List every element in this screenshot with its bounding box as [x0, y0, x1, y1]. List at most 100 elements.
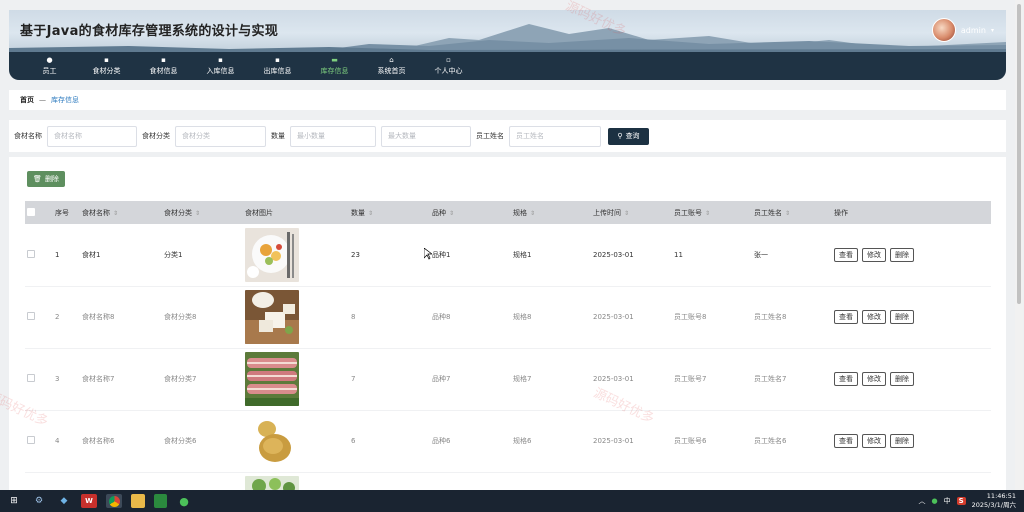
- search-icon: ⚲: [617, 132, 623, 140]
- page-scrollbar[interactable]: [1015, 0, 1023, 490]
- app-icon[interactable]: ◆: [56, 494, 72, 508]
- cell-emp-account: 员工账号8: [674, 313, 707, 321]
- cell-emp-name: 员工姓名6: [754, 437, 787, 445]
- cell-emp-name: 张一: [754, 250, 768, 259]
- cell-category: 食材分类7: [164, 375, 197, 383]
- settings-icon[interactable]: ⚙: [31, 494, 47, 508]
- col-upload-time[interactable]: 上传时间 ⇕: [591, 201, 672, 224]
- folder-icon[interactable]: [131, 494, 145, 508]
- delete-button[interactable]: 删除: [890, 247, 914, 262]
- system-tray: ︿ ● 中 S 11:46:51 2025/3/1/周六: [918, 492, 1016, 510]
- sogou-icon[interactable]: S: [956, 497, 966, 505]
- sort-icon[interactable]: ⇕: [113, 210, 118, 217]
- cell-name: 食材名称8: [82, 313, 115, 321]
- nav-item-inventory[interactable]: ▬ 库存信息: [306, 52, 363, 80]
- ingredient-image-plate[interactable]: [245, 227, 299, 282]
- wps-icon[interactable]: W: [81, 494, 97, 508]
- user-menu[interactable]: admin ▾: [931, 18, 994, 42]
- employee-search-input[interactable]: [509, 125, 601, 147]
- windows-start-icon[interactable]: ⊞: [6, 494, 22, 508]
- ime-indicator[interactable]: 中: [944, 496, 951, 506]
- cell-actions: 查看 修改 删除: [832, 286, 991, 348]
- taskbar-clock[interactable]: 11:46:51 2025/3/1/周六: [972, 492, 1016, 510]
- table-row[interactable]: 1 食材1 分类1 23 品种1 规格1 2025-03-01 11 张一 查看…: [25, 224, 991, 286]
- location-icon: ●: [46, 56, 53, 64]
- spreadsheet-icon[interactable]: [154, 494, 167, 508]
- cell-upload-time: 2025-03-01: [593, 250, 634, 259]
- employee-label: 员工姓名: [476, 132, 504, 140]
- qty-min-input[interactable]: [290, 125, 376, 147]
- col-qty[interactable]: 数量 ⇕: [349, 201, 430, 224]
- wechat-icon[interactable]: ●: [176, 494, 192, 508]
- view-button[interactable]: 查看: [834, 310, 858, 324]
- query-button[interactable]: ⚲ 查询: [608, 127, 649, 145]
- table-row[interactable]: 3 食材名称7 食材分类7 7 品种7 规格7 2025-03-01 员工账号7…: [25, 348, 991, 410]
- nav-item-ingredient-category[interactable]: ▪ 食材分类: [78, 52, 135, 80]
- row-checkbox[interactable]: [27, 249, 35, 258]
- table-row[interactable]: 4 食材名称6 食材分类6 6 品种6 规格6 2025-03-01 员工账号6…: [25, 410, 991, 472]
- select-all-checkbox[interactable]: [27, 207, 35, 216]
- nav-item-employee[interactable]: ● 员工: [21, 52, 78, 80]
- delete-button[interactable]: 删除: [890, 434, 914, 448]
- row-checkbox[interactable]: [27, 436, 35, 444]
- nav-item-stock-in[interactable]: ▪ 入库信息: [192, 52, 249, 80]
- ingredient-image-tofu[interactable]: [245, 290, 299, 344]
- sort-icon[interactable]: ⇕: [785, 210, 790, 217]
- view-button[interactable]: 查看: [834, 434, 858, 448]
- edit-button[interactable]: 修改: [862, 372, 886, 386]
- wechat-tray-icon[interactable]: ●: [931, 497, 937, 505]
- row-checkbox[interactable]: [27, 312, 35, 320]
- cell-emp-name: 员工姓名8: [754, 313, 787, 321]
- avatar[interactable]: [931, 18, 956, 42]
- sort-icon[interactable]: ⇕: [705, 210, 710, 217]
- ingredient-image-meat[interactable]: [245, 352, 299, 406]
- chevron-up-icon[interactable]: ︿: [918, 496, 925, 506]
- sort-icon[interactable]: ⇕: [624, 210, 629, 217]
- cell-actions: 查看 修改 删除: [832, 410, 991, 472]
- name-search-input[interactable]: [47, 125, 137, 147]
- cell-index: 4: [55, 437, 60, 445]
- batch-delete-button[interactable]: 🗑 删除: [27, 171, 65, 187]
- breadcrumb-home[interactable]: 首页: [20, 95, 34, 105]
- row-checkbox[interactable]: [27, 374, 35, 382]
- edit-button[interactable]: 修改: [862, 434, 886, 448]
- nav-item-profile[interactable]: ▫ 个人中心: [420, 52, 477, 80]
- username[interactable]: admin: [961, 26, 986, 35]
- delete-button[interactable]: 删除: [890, 310, 914, 324]
- sort-icon[interactable]: ⇕: [530, 210, 535, 217]
- col-emp-name[interactable]: 员工姓名 ⇕: [752, 201, 832, 224]
- chevron-down-icon[interactable]: ▾: [991, 27, 994, 34]
- view-button[interactable]: 查看: [834, 372, 858, 386]
- main-panel: 🗑 删除 序号 食材名称 ⇕ 食材分类 ⇕ 食材图片 数量 ⇕ 品种 ⇕ 规格 ⇕ 上传时…: [9, 157, 1006, 497]
- delete-button[interactable]: 删除: [890, 372, 914, 386]
- cell-upload-time: 2025-03-01: [593, 375, 634, 383]
- col-emp-account[interactable]: 员工账号 ⇕: [672, 201, 752, 224]
- sort-icon[interactable]: ⇕: [368, 210, 373, 217]
- scrollbar-thumb[interactable]: [1017, 4, 1021, 304]
- view-button[interactable]: 查看: [834, 247, 858, 262]
- nav-item-ingredient-info[interactable]: ▪ 食材信息: [135, 52, 192, 80]
- ingredient-image-potato[interactable]: [245, 414, 299, 468]
- nav-item-stock-out[interactable]: ▪ 出库信息: [249, 52, 306, 80]
- cell-actions: 查看 修改 删除: [832, 224, 991, 286]
- sort-icon[interactable]: ⇕: [449, 210, 454, 217]
- cell-variety: 品种7: [432, 375, 451, 383]
- edit-button[interactable]: 修改: [862, 310, 886, 324]
- app-header: 基于Java的食材库存管理系统的设计与实现 admin ▾ ● 员工 ▪ 食材分类 …: [9, 10, 1006, 80]
- table-header-row: 序号 食材名称 ⇕ 食材分类 ⇕ 食材图片 数量 ⇕ 品种 ⇕ 规格 ⇕ 上传时间 ⇕ 员工…: [25, 201, 991, 224]
- col-category[interactable]: 食材分类 ⇕: [162, 201, 243, 224]
- chrome-icon[interactable]: [106, 494, 122, 508]
- edit-button[interactable]: 修改: [862, 247, 886, 262]
- qty-max-input[interactable]: [381, 125, 471, 147]
- category-search-input[interactable]: [175, 125, 266, 147]
- category-label: 食材分类: [142, 132, 170, 140]
- cell-name: 食材名称7: [82, 375, 115, 383]
- col-name[interactable]: 食材名称 ⇕: [80, 201, 162, 224]
- sort-icon[interactable]: ⇕: [195, 210, 200, 217]
- table-row[interactable]: 2 食材名称8 食材分类8 8 品种8 规格8 2025-03-01 员工账号8…: [25, 286, 991, 348]
- col-variety[interactable]: 品种 ⇕: [430, 201, 511, 224]
- col-spec[interactable]: 规格 ⇕: [511, 201, 591, 224]
- cell-name: 食材1: [82, 250, 101, 259]
- monitor-icon: ▪: [161, 56, 166, 64]
- nav-item-home[interactable]: ⌂ 系统首页: [363, 52, 420, 80]
